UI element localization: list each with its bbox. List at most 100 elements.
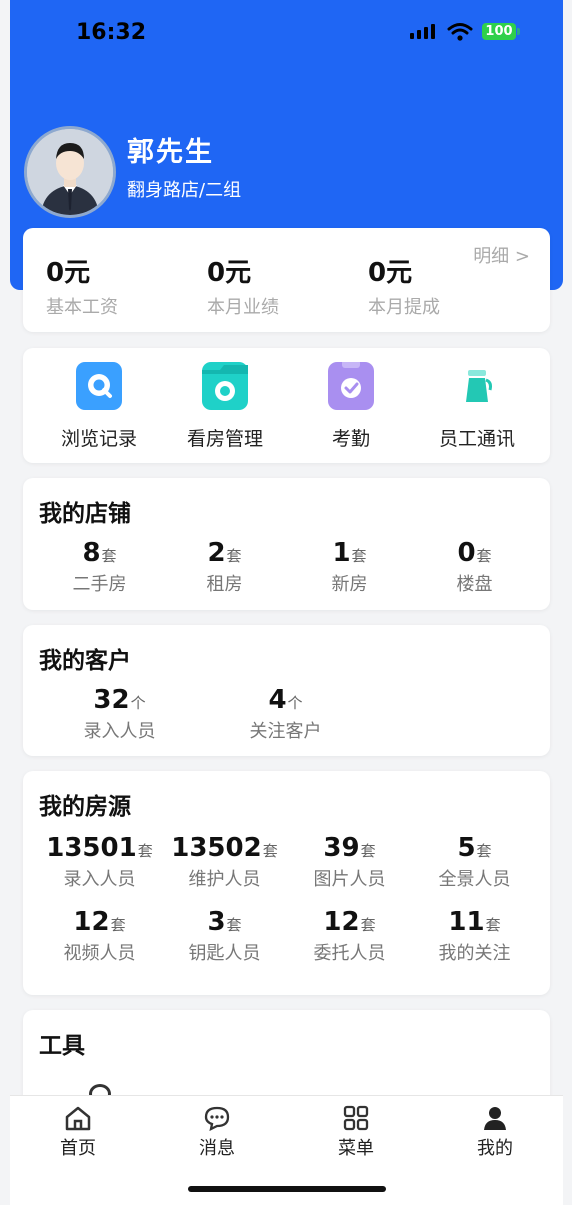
stat-value: 3 <box>207 907 226 937</box>
tab-label: 菜单 <box>338 1138 374 1159</box>
stat-unit: 个 <box>130 694 146 712</box>
section-title: 我的店铺 <box>39 501 131 527</box>
stat-value: 32 <box>93 685 130 715</box>
home-indicator <box>188 1186 386 1192</box>
quick-actions-card: 浏览记录 看房管理 考勤 员工通讯 <box>23 348 550 463</box>
battery-icon: 100 <box>482 23 520 40</box>
customer-stat-followed[interactable]: 4个 关注客户 <box>223 685 348 743</box>
listing-stat[interactable]: 5套 全景人员 <box>412 833 537 891</box>
tab-home[interactable]: 首页 <box>38 1104 118 1160</box>
section-title: 我的客户 <box>39 648 131 674</box>
stat-label: 委托人员 <box>313 943 386 964</box>
stat-value: 12 <box>323 907 360 937</box>
stat-unit: 个 <box>287 694 303 712</box>
stat-value: 13502 <box>171 833 262 863</box>
my-shops-card: 我的店铺 8套 二手房 2套 租房 1套 新房 0套 楼盘 <box>23 478 550 610</box>
my-customers-card: 我的客户 32个 录入人员 4个 关注客户 <box>23 625 550 756</box>
tab-mine[interactable]: 我的 <box>455 1104 535 1160</box>
salary-value: 0元 <box>46 258 91 288</box>
signal-icon <box>410 24 435 39</box>
listing-stat[interactable]: 13501套 录入人员 <box>37 833 162 891</box>
listing-stat[interactable]: 11套 我的关注 <box>412 907 537 965</box>
stat-unit: 套 <box>360 842 376 860</box>
stat-unit: 套 <box>476 842 492 860</box>
stat-label: 楼盘 <box>456 574 493 595</box>
user-store: 翻身路店/二组 <box>127 180 242 201</box>
folder-camera-icon <box>202 362 248 410</box>
stat-label: 关注客户 <box>249 721 322 742</box>
tab-messages[interactable]: 消息 <box>177 1104 257 1160</box>
shop-stat-secondhand[interactable]: 8套 二手房 <box>37 538 162 596</box>
quick-employee-contacts[interactable]: 员工通讯 <box>412 362 542 451</box>
stat-label: 维护人员 <box>188 869 261 890</box>
listing-stat[interactable]: 12套 委托人员 <box>287 907 412 965</box>
user-name: 郭先生 <box>127 137 214 168</box>
stat-value: 11 <box>448 907 485 937</box>
shop-stat-new[interactable]: 1套 新房 <box>287 538 412 596</box>
stat-value: 39 <box>323 833 360 863</box>
stat-label: 图片人员 <box>313 869 386 890</box>
stat-value: 5 <box>457 833 476 863</box>
shop-stat-rent[interactable]: 2套 租房 <box>162 538 287 596</box>
stat-label: 我的关注 <box>438 943 511 964</box>
stat-value: 4 <box>268 685 287 715</box>
stat-unit: 套 <box>110 916 126 934</box>
tab-label: 我的 <box>477 1138 513 1159</box>
wifi-icon <box>447 22 473 46</box>
person-icon <box>455 1104 535 1132</box>
stat-value: 1 <box>332 538 351 568</box>
salary-label: 基本工资 <box>46 297 118 318</box>
stat-unit: 套 <box>476 547 492 565</box>
stat-unit: 套 <box>485 916 501 934</box>
salary-card: 明细 > 0元 基本工资 0元 本月业绩 0元 本月提成 <box>23 228 550 332</box>
stat-unit: 套 <box>351 547 367 565</box>
stat-label: 钥匙人员 <box>188 943 261 964</box>
detail-link[interactable]: 明细 > <box>473 242 530 268</box>
salary-item-performance: 0元 本月业绩 <box>207 252 279 319</box>
stat-label: 录入人员 <box>83 721 156 742</box>
search-bubble-icon <box>76 362 122 410</box>
salary-value: 0元 <box>368 258 413 288</box>
listing-stat[interactable]: 3套 钥匙人员 <box>162 907 287 965</box>
section-title: 工具 <box>39 1033 85 1059</box>
stat-value: 8 <box>82 538 101 568</box>
quick-label: 浏览记录 <box>60 428 137 450</box>
customer-stat-entered[interactable]: 32个 录入人员 <box>57 685 182 743</box>
stat-label: 租房 <box>206 574 243 595</box>
stat-unit: 套 <box>137 842 153 860</box>
salary-label: 本月业绩 <box>207 297 279 318</box>
stat-label: 新房 <box>331 574 368 595</box>
tab-menu[interactable]: 菜单 <box>316 1104 396 1160</box>
listing-stat[interactable]: 12套 视频人员 <box>37 907 162 965</box>
home-icon <box>38 1104 118 1132</box>
quick-label: 考勤 <box>331 428 370 450</box>
status-time: 16:32 <box>76 20 147 45</box>
tab-label: 首页 <box>60 1138 96 1159</box>
salary-item-basic: 0元 基本工资 <box>46 252 118 319</box>
stat-value: 12 <box>73 907 110 937</box>
stat-value: 2 <box>207 538 226 568</box>
listing-stat[interactable]: 13502套 维护人员 <box>162 833 287 891</box>
quick-viewing-management[interactable]: 看房管理 <box>160 362 290 451</box>
shop-stat-estate[interactable]: 0套 楼盘 <box>412 538 537 596</box>
chat-bubble-icon <box>177 1104 257 1132</box>
quick-label: 看房管理 <box>186 428 263 450</box>
tie-icon <box>454 362 500 410</box>
stat-label: 录入人员 <box>63 869 136 890</box>
my-listings-card: 我的房源 13501套 录入人员 13502套 维护人员 39套 图片人员 5套… <box>23 771 550 995</box>
quick-attendance[interactable]: 考勤 <box>286 360 416 451</box>
stat-value: 0 <box>457 538 476 568</box>
clipboard-check-icon <box>328 360 374 410</box>
stat-label: 二手房 <box>72 574 127 595</box>
salary-label: 本月提成 <box>368 297 440 318</box>
stat-label: 全景人员 <box>438 869 511 890</box>
salary-value: 0元 <box>207 258 252 288</box>
section-title: 我的房源 <box>39 794 131 820</box>
status-bar: 16:32 100 <box>0 0 572 66</box>
avatar[interactable] <box>24 126 116 218</box>
listing-stat[interactable]: 39套 图片人员 <box>287 833 412 891</box>
stat-value: 13501 <box>46 833 137 863</box>
quick-browse-history[interactable]: 浏览记录 <box>34 362 164 451</box>
stat-unit: 套 <box>360 916 376 934</box>
stat-unit: 套 <box>262 842 278 860</box>
